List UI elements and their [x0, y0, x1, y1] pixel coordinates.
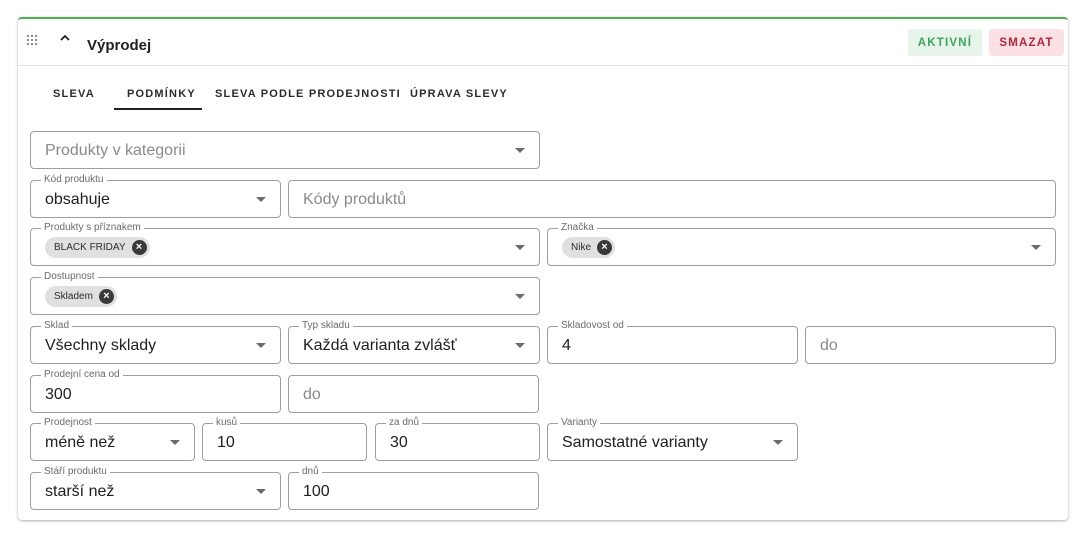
category-placeholder: Produkty v kategorii	[45, 142, 186, 159]
flags-select[interactable]: Produkty s příznakem BLACK FRIDAY ×	[30, 222, 540, 266]
dropdown-arrow-icon	[256, 197, 266, 202]
stock-from-value: 4	[562, 337, 571, 354]
brand-chip-label: Nike	[571, 242, 592, 253]
price-from-value: 300	[45, 386, 72, 403]
dropdown-arrow-icon	[515, 343, 525, 348]
active-tab-indicator	[114, 108, 202, 110]
sales-legend: Prodejnost	[41, 417, 95, 429]
tab-sleva[interactable]: SLEVA	[53, 88, 95, 100]
days-window-legend: za dnů	[386, 417, 423, 429]
age-select[interactable]: Stáří produktu starší než	[30, 466, 281, 510]
category-select[interactable]: Produkty v kategorii	[30, 131, 540, 169]
flags-legend: Produkty s příznakem	[41, 222, 144, 234]
dropdown-arrow-icon	[515, 148, 525, 153]
age-legend: Stáří produktu	[41, 466, 110, 478]
tab-podminky[interactable]: PODMÍNKY	[127, 88, 196, 100]
age-days-value: 100	[303, 483, 330, 500]
variants-value: Samostatné varianty	[562, 434, 708, 451]
warehouse-type-legend: Typ skladu	[299, 320, 353, 332]
price-from-input[interactable]: Prodejní cena od 300	[30, 369, 281, 413]
tab-sleva-podle-prodejnosti[interactable]: SLEVA PODLE PRODEJNOSTI	[215, 88, 401, 100]
warehouse-legend: Sklad	[41, 320, 73, 332]
brand-select[interactable]: Značka Nike ×	[547, 222, 1056, 266]
days-window-input[interactable]: za dnů 30	[375, 417, 540, 461]
flag-chip-label: BLACK FRIDAY	[54, 242, 126, 253]
tab-uprava-slevy[interactable]: ÚPRAVA SLEVY	[410, 88, 508, 100]
card-header: Výprodej AKTIVNÍ SMAZAT	[18, 19, 1068, 66]
warehouse-type-select[interactable]: Typ skladu Každá varianta zvlášť	[288, 320, 540, 364]
stock-from-legend: Skladovost od	[558, 320, 627, 332]
availability-legend: Dostupnost	[41, 271, 98, 283]
age-days-input[interactable]: dnů 100	[288, 466, 539, 510]
brand-chip: Nike ×	[562, 237, 616, 258]
product-codes-input[interactable]: Kódy produktů	[288, 180, 1056, 218]
dropdown-arrow-icon	[515, 294, 525, 299]
stock-from-input[interactable]: Skladovost od 4	[547, 320, 798, 364]
dropdown-arrow-icon	[515, 245, 525, 250]
warehouse-value: Všechny sklady	[45, 337, 157, 354]
price-from-legend: Prodejní cena od	[41, 369, 123, 381]
pieces-value: 10	[217, 434, 235, 451]
days-window-value: 30	[390, 434, 408, 451]
availability-chip-label: Skladem	[54, 291, 93, 302]
availability-select[interactable]: Dostupnost Skladem ×	[30, 271, 540, 315]
sales-value: méně než	[45, 434, 116, 451]
brand-legend: Značka	[558, 222, 597, 234]
card-title: Výprodej	[87, 37, 152, 54]
stock-to-placeholder: do	[820, 337, 838, 354]
availability-chip: Skladem ×	[45, 286, 117, 307]
dropdown-arrow-icon	[773, 440, 783, 445]
variants-select[interactable]: Varianty Samostatné varianty	[547, 417, 798, 461]
delete-button[interactable]: SMAZAT	[989, 29, 1064, 56]
drag-handle-icon[interactable]	[27, 35, 37, 45]
chevron-up-icon[interactable]	[58, 31, 72, 45]
product-code-legend: Kód produktu	[41, 174, 107, 186]
dropdown-arrow-icon	[1031, 245, 1041, 250]
dropdown-arrow-icon	[256, 489, 266, 494]
age-value: starší než	[45, 483, 115, 500]
warehouse-select[interactable]: Sklad Všechny sklady	[30, 320, 281, 364]
warehouse-type-value: Každá varianta zvlášť	[303, 337, 457, 354]
pieces-legend: kusů	[213, 417, 241, 429]
tab-bar: SLEVA PODMÍNKY SLEVA PODLE PRODEJNOSTI Ú…	[18, 66, 1068, 114]
age-days-legend: dnů	[299, 466, 322, 478]
stock-to-input[interactable]: do	[805, 326, 1056, 364]
product-codes-placeholder: Kódy produktů	[303, 191, 407, 208]
discount-card: Výprodej AKTIVNÍ SMAZAT SLEVA PODMÍNKY S…	[18, 17, 1068, 520]
remove-chip-icon[interactable]: ×	[597, 240, 613, 255]
product-code-select[interactable]: Kód produktu obsahuje	[30, 174, 281, 218]
pieces-input[interactable]: kusů 10	[202, 417, 367, 461]
remove-chip-icon[interactable]: ×	[98, 289, 114, 304]
dropdown-arrow-icon	[170, 440, 180, 445]
remove-chip-icon[interactable]: ×	[131, 240, 147, 255]
price-to-input[interactable]: do	[288, 375, 539, 413]
sales-select[interactable]: Prodejnost méně než	[30, 417, 195, 461]
variants-legend: Varianty	[558, 417, 600, 429]
price-to-placeholder: do	[303, 386, 321, 403]
dropdown-arrow-icon	[256, 343, 266, 348]
active-button[interactable]: AKTIVNÍ	[908, 29, 982, 56]
product-code-value: obsahuje	[45, 191, 110, 208]
flag-chip: BLACK FRIDAY ×	[45, 237, 150, 258]
